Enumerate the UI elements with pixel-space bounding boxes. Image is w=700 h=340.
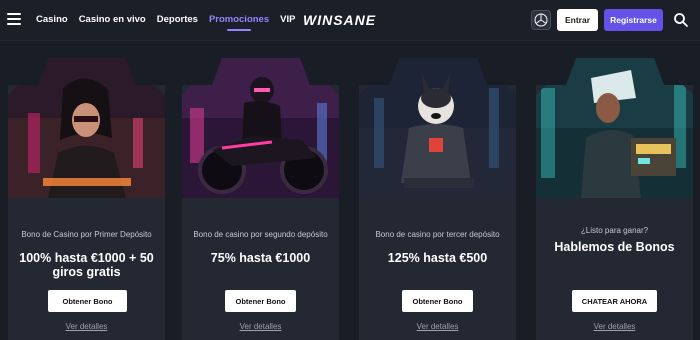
view-details-link[interactable]: Ver detalles (536, 322, 693, 331)
main-nav: Casino Casino en vivo Deportes Promocion… (36, 14, 306, 31)
card-title: 100% hasta €1000 + 50 giros gratis (19, 251, 154, 279)
promo-image-dog (359, 58, 516, 198)
search-icon[interactable] (673, 12, 689, 28)
promo-card-second-deposit: Bono de casino por segundo depósito 75% … (182, 58, 339, 340)
card-subtitle: ¿Listo para ganar? (580, 226, 649, 235)
card-title: Hablemos de Bonos (554, 240, 675, 254)
get-bonus-button[interactable]: Obtener Bono (225, 290, 296, 312)
card-title: 75% hasta €1000 (210, 251, 311, 265)
card-subtitle: Bono de casino por tercer depósito (375, 230, 500, 239)
get-bonus-button[interactable]: Obtener Bono (48, 290, 127, 312)
nav-vip[interactable]: VIP (280, 14, 295, 25)
promo-image-woman (8, 58, 165, 198)
view-details-link[interactable]: Ver detalles (8, 322, 165, 331)
promo-image-cyber-woman (536, 58, 693, 198)
nav-casino[interactable]: Casino (36, 14, 68, 25)
card-title: 125% hasta €500 (387, 251, 488, 265)
promo-card-third-deposit: Bono de casino por tercer depósito 125% … (359, 58, 516, 340)
chat-now-button[interactable]: CHATEAR AHORA (572, 290, 657, 312)
login-button[interactable]: Entrar (557, 9, 598, 31)
promo-image-biker (182, 58, 339, 198)
view-details-link[interactable]: Ver detalles (182, 322, 339, 331)
promo-card-chat: ¿Listo para ganar? Hablemos de Bonos CHA… (536, 58, 693, 340)
register-button[interactable]: Registrarse (604, 9, 663, 31)
nav-promotions[interactable]: Promociones (209, 14, 269, 31)
get-bonus-button[interactable]: Obtener Bono (402, 290, 473, 312)
nav-live-casino[interactable]: Casino en vivo (79, 14, 146, 25)
nav-sports[interactable]: Deportes (157, 14, 198, 25)
promo-card-first-deposit: Bono de Casino por Primer Depósito 100% … (8, 58, 165, 340)
menu-icon[interactable] (7, 13, 21, 25)
card-subtitle: Bono de Casino por Primer Depósito (21, 230, 152, 239)
view-details-link[interactable]: Ver detalles (359, 322, 516, 331)
brand-logo[interactable]: WINSANE (303, 12, 376, 28)
top-header: Casino Casino en vivo Deportes Promocion… (0, 0, 700, 41)
globe-icon (534, 13, 548, 27)
language-selector[interactable] (531, 10, 551, 30)
card-subtitle: Bono de casino por segundo depósito (193, 230, 328, 239)
